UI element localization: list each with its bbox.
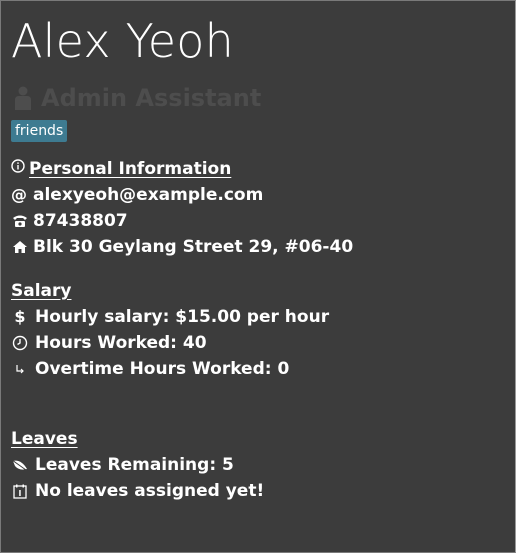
arrow-icon <box>11 363 29 375</box>
leaves-assigned-row: No leaves assigned yet! <box>11 478 264 504</box>
leaves-remaining-row: Leaves Remaining: 5 <box>11 452 264 478</box>
personal-info-section: Personal Information @ alexyeoh@example.… <box>11 156 353 260</box>
calendar-icon <box>11 484 29 499</box>
hourly-salary-value: Hourly salary: $15.00 per hour <box>35 307 330 327</box>
overtime-value: Overtime Hours Worked: 0 <box>35 359 290 379</box>
info-icon <box>11 156 25 182</box>
phone-row: 87438807 <box>11 208 353 234</box>
leaves-section: Leaves Leaves Remaining: 5 No leaves ass… <box>11 426 264 504</box>
home-icon <box>11 240 29 254</box>
email-value: alexyeoh@example.com <box>33 185 264 205</box>
personal-info-heading: Personal Information <box>11 156 353 182</box>
overtime-row: Overtime Hours Worked: 0 <box>11 356 329 382</box>
hours-worked-value: Hours Worked: 40 <box>35 333 207 353</box>
personal-info-label: Personal Information <box>29 159 232 179</box>
address-value: Blk 30 Geylang Street 29, #06-40 <box>33 237 354 257</box>
person-icon <box>13 86 33 110</box>
person-name: Alex Yeoh <box>11 14 234 68</box>
hours-worked-row: Hours Worked: 40 <box>11 330 329 356</box>
tag-badge: friends <box>11 120 68 142</box>
leaves-assigned-value: No leaves assigned yet! <box>35 481 265 501</box>
leaves-remaining-value: Leaves Remaining: 5 <box>35 455 234 475</box>
email-row: @ alexyeoh@example.com <box>11 182 353 208</box>
person-role: Admin Assistant <box>41 84 262 112</box>
dollar-icon: $ <box>14 307 26 326</box>
at-icon: @ <box>11 185 27 204</box>
leaf-icon <box>11 458 29 472</box>
role-row: Admin Assistant <box>13 83 261 113</box>
phone-value: 87438807 <box>33 211 128 231</box>
person-card: Alex Yeoh Admin Assistant friends Person… <box>0 0 516 553</box>
leaves-heading: Leaves <box>11 429 78 449</box>
salary-section: Salary $ Hourly salary: $15.00 per hour … <box>11 278 329 382</box>
clock-icon <box>11 335 29 351</box>
salary-heading: Salary <box>11 281 72 301</box>
hourly-salary-row: $ Hourly salary: $15.00 per hour <box>11 304 329 330</box>
phone-icon <box>11 214 29 228</box>
address-row: Blk 30 Geylang Street 29, #06-40 <box>11 234 353 260</box>
